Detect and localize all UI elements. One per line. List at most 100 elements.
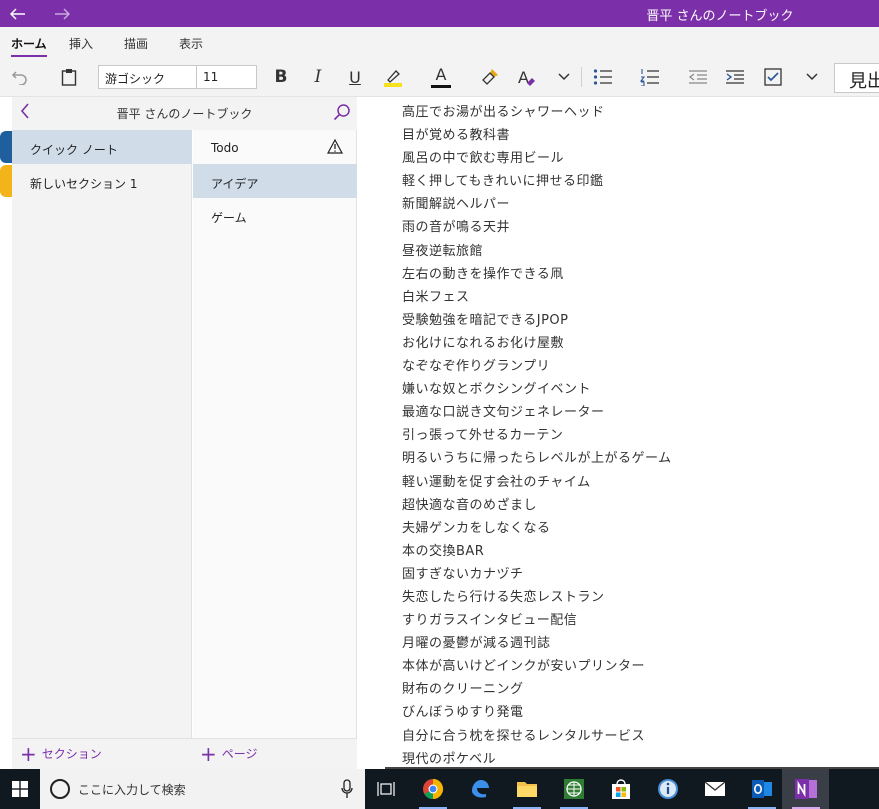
note-line[interactable]: 白米フェス xyxy=(402,286,672,309)
bullets-button[interactable] xyxy=(590,63,616,91)
tab-view[interactable]: 表示 xyxy=(179,35,203,52)
numbering-button[interactable] xyxy=(637,63,663,91)
page-label: アイデア xyxy=(211,177,259,191)
note-line[interactable]: 失恋したら行ける失恋レストラン xyxy=(402,586,672,609)
chrome-taskbar-button[interactable] xyxy=(419,775,447,809)
onenote-icon xyxy=(795,779,817,799)
outdent-icon xyxy=(689,70,707,84)
note-line[interactable]: 超快適な音のめざまし xyxy=(402,494,672,517)
numbered-list-icon xyxy=(640,69,659,86)
paste-button[interactable] xyxy=(55,63,83,91)
note-line[interactable]: 固すぎないカナヅチ xyxy=(402,563,672,586)
undo-button[interactable] xyxy=(6,63,34,91)
bold-button[interactable]: B xyxy=(268,63,294,91)
tab-insert[interactable]: 挿入 xyxy=(69,35,93,52)
section-list: クイック ノート 新しいセクション 1 xyxy=(12,130,192,738)
notebook-title[interactable]: 晋平 さんのノートブック xyxy=(12,105,357,122)
chevron-down-icon xyxy=(558,73,570,81)
increase-indent-button[interactable] xyxy=(722,63,748,91)
font-size-field[interactable]: 11 xyxy=(197,65,257,89)
note-line[interactable]: 月曜の憂鬱が減る週刊誌 xyxy=(402,632,672,655)
note-line[interactable]: 昼夜逆転旅館 xyxy=(402,240,672,263)
font-color-label: A xyxy=(435,64,447,84)
title-bar: 晋平 さんのノートブック xyxy=(0,0,879,27)
tab-home[interactable]: ホーム xyxy=(11,35,47,57)
file-explorer-taskbar-button[interactable] xyxy=(513,775,541,809)
page-item-todo[interactable]: Todo xyxy=(193,130,357,164)
section-label: クイック ノート xyxy=(30,143,118,157)
mail-icon xyxy=(704,781,726,796)
page-label: ゲーム xyxy=(211,211,247,225)
edge-taskbar-button[interactable] xyxy=(466,775,494,803)
heading-styles-field[interactable]: 見出 xyxy=(834,63,879,93)
note-line[interactable]: 新聞解説ヘルパー xyxy=(402,193,672,216)
back-button[interactable] xyxy=(0,0,36,27)
note-line[interactable]: 左右の動きを操作できる凧 xyxy=(402,263,672,286)
more-text-formatting-button[interactable] xyxy=(554,63,574,91)
note-line[interactable]: 本の交換BAR xyxy=(402,540,672,563)
search-button[interactable] xyxy=(333,103,351,125)
checkbox-icon xyxy=(764,68,782,86)
outlook-icon xyxy=(752,780,772,798)
note-line[interactable]: 軽い運動を促す会社のチャイム xyxy=(402,471,672,494)
highlighter-icon xyxy=(384,70,402,87)
window-title: 晋平 さんのノートブック xyxy=(646,9,794,24)
note-line[interactable]: 最適な口説き文句ジェネレーター xyxy=(402,401,672,424)
page-item-ideas[interactable]: アイデア xyxy=(193,164,357,198)
decrease-indent-button[interactable] xyxy=(685,63,711,91)
note-line[interactable]: 本体が高いけどインクが安いプリンター xyxy=(402,655,672,678)
note-line[interactable]: 嫌いな奴とボクシングイベント xyxy=(402,378,672,401)
add-section-label: セクション xyxy=(41,747,102,761)
plus-icon: + xyxy=(200,741,217,766)
microphone-icon[interactable] xyxy=(341,779,353,799)
taskbar-search[interactable]: ここに入力して検索 xyxy=(40,769,365,809)
section-item-new-section[interactable]: 新しいセクション 1 xyxy=(12,164,192,198)
mail-taskbar-button[interactable] xyxy=(701,775,729,803)
note-line[interactable]: 軽く押してもきれいに押せる印鑑 xyxy=(402,170,672,193)
notebook-header: 晋平 さんのノートブック xyxy=(12,97,357,130)
note-line[interactable]: 夫婦ゲンカをしなくなる xyxy=(402,517,672,540)
forward-button[interactable] xyxy=(44,0,80,27)
note-line[interactable]: なぞなぞ作りグランプリ xyxy=(402,355,672,378)
note-line[interactable]: すりガラスインタビュー配信 xyxy=(402,609,672,632)
note-line[interactable]: 高圧でお湯が出るシャワーヘッド xyxy=(402,101,672,124)
note-line[interactable]: びんぼうゆすり発電 xyxy=(402,701,672,724)
onenote-taskbar-button[interactable] xyxy=(792,775,820,809)
more-paragraph-button[interactable] xyxy=(802,63,822,91)
note-line[interactable]: 明るいうちに帰ったらレベルが上がるゲーム xyxy=(402,447,672,470)
outlook-taskbar-button[interactable] xyxy=(748,775,776,809)
tab-draw[interactable]: 描画 xyxy=(124,35,148,52)
underline-button[interactable]: U xyxy=(342,63,368,91)
task-view-button[interactable] xyxy=(372,775,400,803)
start-button[interactable] xyxy=(0,769,40,809)
note-line[interactable]: 目が覚める教科書 xyxy=(402,124,672,147)
info-app-taskbar-button[interactable] xyxy=(654,775,682,803)
todo-tag-button[interactable] xyxy=(760,63,786,91)
highlight-button[interactable] xyxy=(380,63,406,91)
note-line[interactable]: お化けになれるお化け屋敷 xyxy=(402,332,672,355)
windows-start-icon xyxy=(12,781,28,797)
globe-app-taskbar-button[interactable] xyxy=(560,775,588,809)
section-color-tab xyxy=(0,131,12,163)
page-item-games[interactable]: ゲーム xyxy=(193,198,357,232)
clear-formatting-button[interactable]: A xyxy=(514,63,540,91)
page-content[interactable]: 高圧でお湯が出るシャワーヘッド 目が覚める教科書 風呂の中で飲む専用ビール 軽く押して… xyxy=(357,97,879,769)
note-line[interactable]: 風呂の中で飲む専用ビール xyxy=(402,147,672,170)
note-line[interactable]: 財布のクリーニング xyxy=(402,678,672,701)
note-line[interactable]: 自分に合う枕を探せるレンタルサービス xyxy=(402,725,672,748)
font-name-field[interactable]: 游ゴシック xyxy=(98,65,197,89)
format-painter-button[interactable] xyxy=(477,63,503,91)
bulleted-list-icon xyxy=(593,69,612,85)
note-line[interactable]: 引っ張って外せるカーテン xyxy=(402,424,672,447)
section-item-quick-notes[interactable]: クイック ノート xyxy=(12,130,192,164)
italic-button[interactable]: I xyxy=(305,63,331,91)
note-line[interactable]: 受験勉強を暗記できるJPOP xyxy=(402,309,672,332)
add-page-button[interactable]: + ページ xyxy=(200,741,258,766)
add-section-button[interactable]: + セクション xyxy=(20,741,102,766)
font-color-button[interactable]: A xyxy=(428,63,454,91)
plus-icon: + xyxy=(20,741,37,766)
store-taskbar-button[interactable] xyxy=(607,775,635,803)
arrow-right-icon xyxy=(55,7,70,20)
note-line[interactable]: 雨の音が鳴る天井 xyxy=(402,216,672,239)
taskbar: ここに入力して検索 xyxy=(0,769,879,809)
